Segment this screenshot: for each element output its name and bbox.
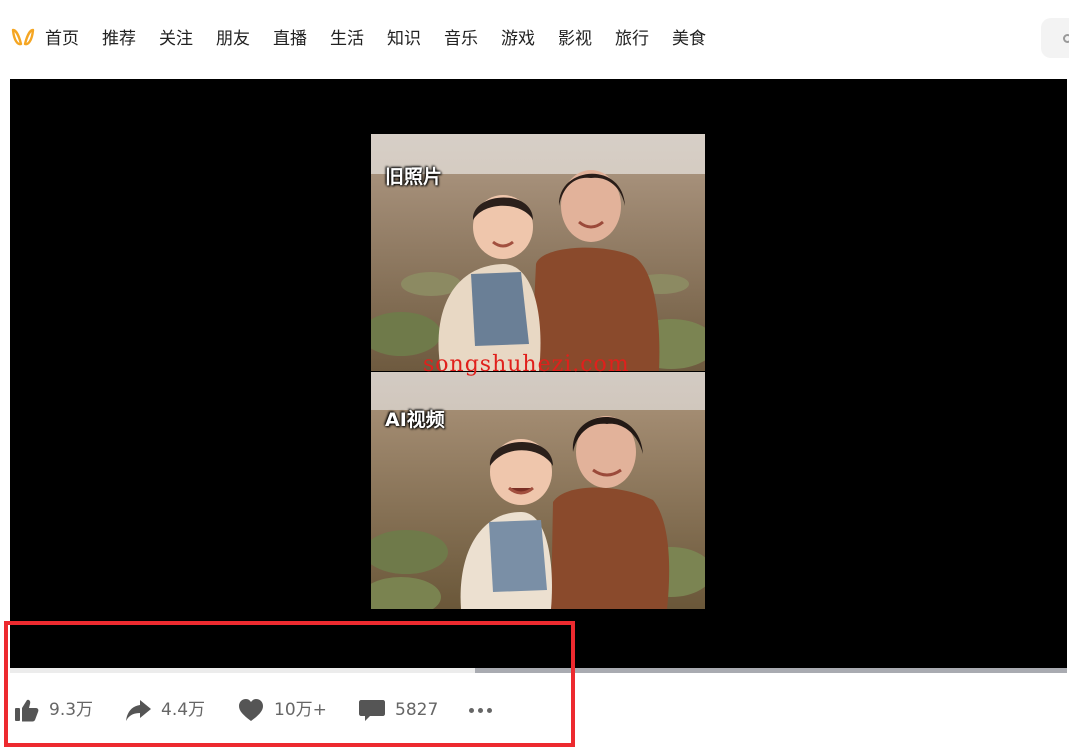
like-count: 9.3万 (49, 700, 94, 720)
nav-item-film[interactable]: 影视 (558, 26, 592, 52)
ai-video-label: AI视频 (385, 409, 445, 431)
more-button[interactable] (469, 696, 492, 724)
old-photo-panel: 旧照片 (371, 134, 705, 371)
share-arrow-icon (126, 700, 151, 721)
thumbs-up-icon (15, 699, 39, 722)
nav-item-live[interactable]: 直播 (273, 26, 307, 52)
nav-item-music[interactable]: 音乐 (444, 26, 478, 52)
video-player[interactable]: 旧照片 AI视频 songshuhezi.com (10, 79, 1067, 668)
favorite-button[interactable]: 10万+ (237, 696, 327, 724)
comment-bubble-icon (359, 700, 385, 721)
nav-item-following[interactable]: 关注 (159, 26, 193, 52)
ai-video-panel: AI视频 (371, 372, 705, 609)
watermark-text: songshuhezi.com (423, 352, 630, 377)
favorite-count: 10万+ (274, 700, 327, 720)
douyin-butterfly-icon[interactable] (10, 26, 36, 50)
nav-item-life[interactable]: 生活 (330, 26, 364, 52)
heart-icon (239, 699, 263, 721)
share-button[interactable]: 4.4万 (124, 696, 205, 724)
search-box[interactable] (1041, 18, 1069, 58)
share-count: 4.4万 (161, 700, 206, 720)
comment-count: 5827 (395, 700, 439, 720)
top-nav: 首页 推荐 关注 朋友 直播 生活 知识 音乐 游戏 影视 旅行 美食 (0, 0, 1069, 78)
old-photo-label: 旧照片 (385, 166, 443, 188)
nav-item-food[interactable]: 美食 (672, 26, 706, 52)
nav-item-recommend[interactable]: 推荐 (102, 26, 136, 52)
nav-item-home[interactable]: 首页 (45, 26, 79, 52)
nav-item-games[interactable]: 游戏 (501, 26, 535, 52)
nav-item-friends[interactable]: 朋友 (216, 26, 250, 52)
nav-item-travel[interactable]: 旅行 (615, 26, 649, 52)
comment-button[interactable]: 5827 (358, 696, 438, 724)
progress-buffered (475, 668, 1067, 673)
nav-menu: 首页 推荐 关注 朋友 直播 生活 知识 音乐 游戏 影视 旅行 美食 (45, 26, 729, 52)
search-icon (1063, 34, 1069, 43)
video-progress-bar[interactable] (10, 668, 1067, 673)
like-button[interactable]: 9.3万 (12, 696, 93, 724)
nav-item-knowledge[interactable]: 知识 (387, 26, 421, 52)
more-dots-icon (469, 696, 492, 724)
